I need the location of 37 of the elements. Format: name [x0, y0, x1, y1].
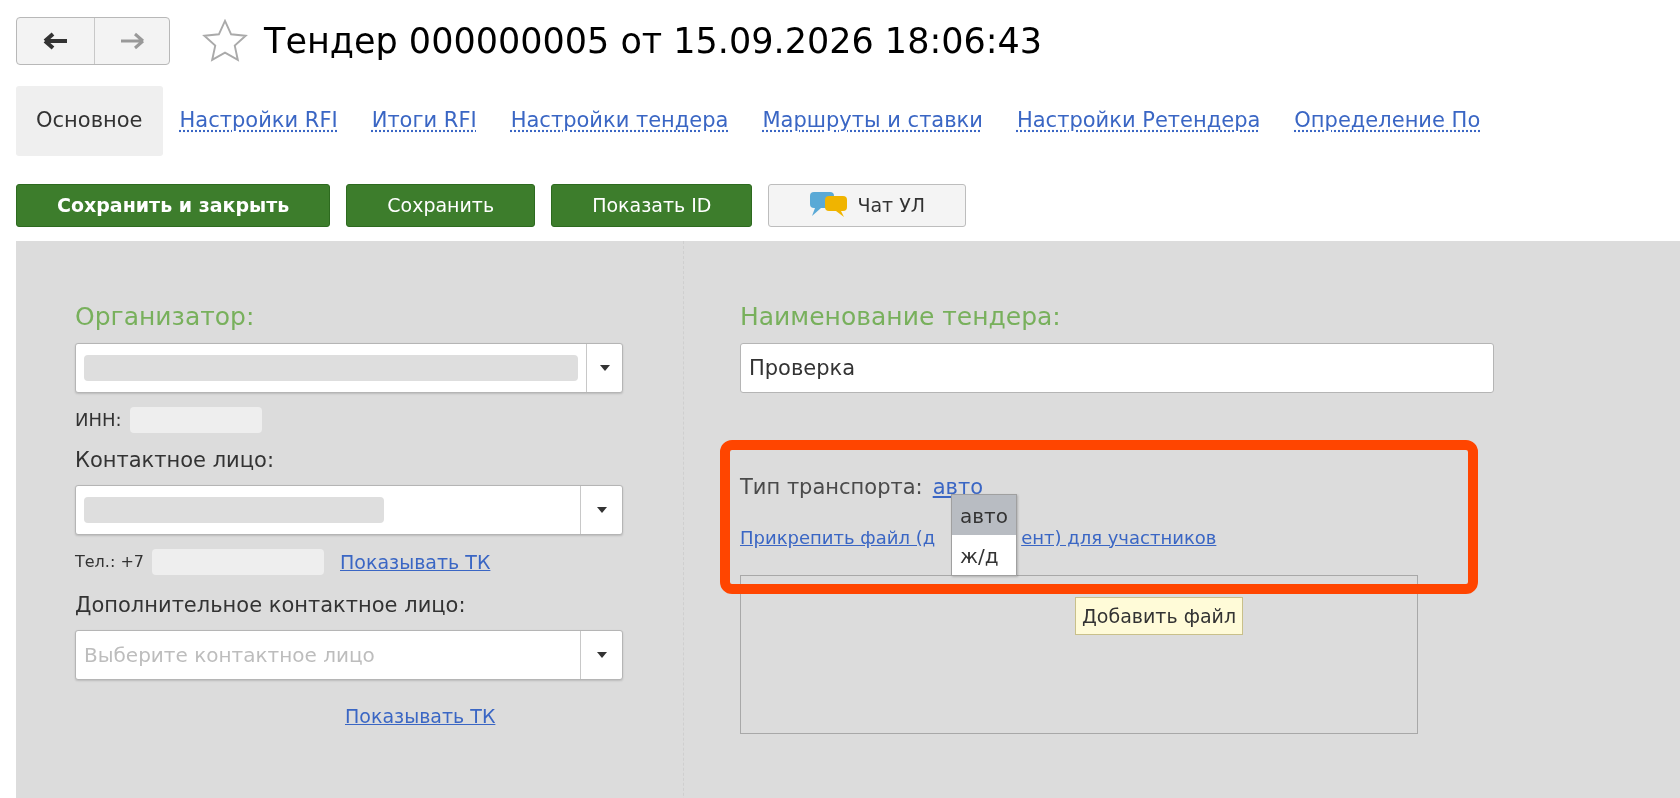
- tooltip: Добавить файл: [1075, 596, 1244, 635]
- tab[interactable]: Итоги RFI: [354, 85, 494, 156]
- tab[interactable]: Настройки RFI: [162, 85, 355, 156]
- select-placeholder: Выберите контактное лицо: [84, 641, 375, 669]
- transport-type-label: Тип транспорта:: [740, 474, 923, 501]
- star-icon[interactable]: [202, 19, 248, 64]
- toolbar-button[interactable]: Показать ID: [551, 183, 753, 227]
- field-label: Организатор:: [75, 300, 256, 333]
- left-arrow-icon: [42, 32, 69, 51]
- contact-select[interactable]: [75, 484, 623, 535]
- tab[interactable]: Определение По: [1277, 85, 1498, 156]
- dropdown-caret-icon: [596, 651, 607, 658]
- show-tk-link[interactable]: Показывать ТК: [340, 547, 491, 576]
- tab[interactable]: Маршруты и ставки: [745, 85, 1000, 156]
- phone-label: Тел.: +7: [75, 550, 144, 573]
- dropdown-option[interactable]: авто: [952, 494, 1016, 535]
- field-label: Контактное лицо:: [75, 447, 275, 474]
- attach-file-link[interactable]: ент) для участников: [1021, 523, 1217, 551]
- tab[interactable]: Основное: [16, 85, 163, 156]
- field-label: Дополнительное контактное лицо:: [75, 592, 467, 619]
- toolbar-button[interactable]: Сохранить: [346, 183, 536, 227]
- attach-file-link[interactable]: Прикрепить файл (д: [740, 523, 936, 551]
- window-title: Тендер 000000005 от 15.09.2026 18:06:43: [264, 20, 1043, 63]
- show-tk-link[interactable]: Показывать ТК: [345, 701, 496, 730]
- dropdown-option[interactable]: ж/д: [952, 534, 1016, 575]
- tab[interactable]: Настройки Ретендера: [999, 85, 1278, 156]
- toolbar-button[interactable]: Сохранить и закрыть: [16, 183, 331, 227]
- right-arrow-icon: [119, 32, 145, 51]
- inn-label: ИНН:: [75, 408, 122, 432]
- dropdown-caret-icon: [599, 365, 610, 371]
- tab[interactable]: Настройки тендера: [493, 85, 746, 156]
- field-label: Наименование тендера:: [740, 300, 1062, 333]
- chat-bubbles-icon: [809, 190, 850, 220]
- dropdown-caret-icon: [596, 506, 607, 513]
- organizer-select[interactable]: [75, 343, 623, 393]
- chat-button[interactable]: Чат УЛ: [768, 183, 967, 227]
- tender-name-field[interactable]: Проверка: [740, 343, 1494, 393]
